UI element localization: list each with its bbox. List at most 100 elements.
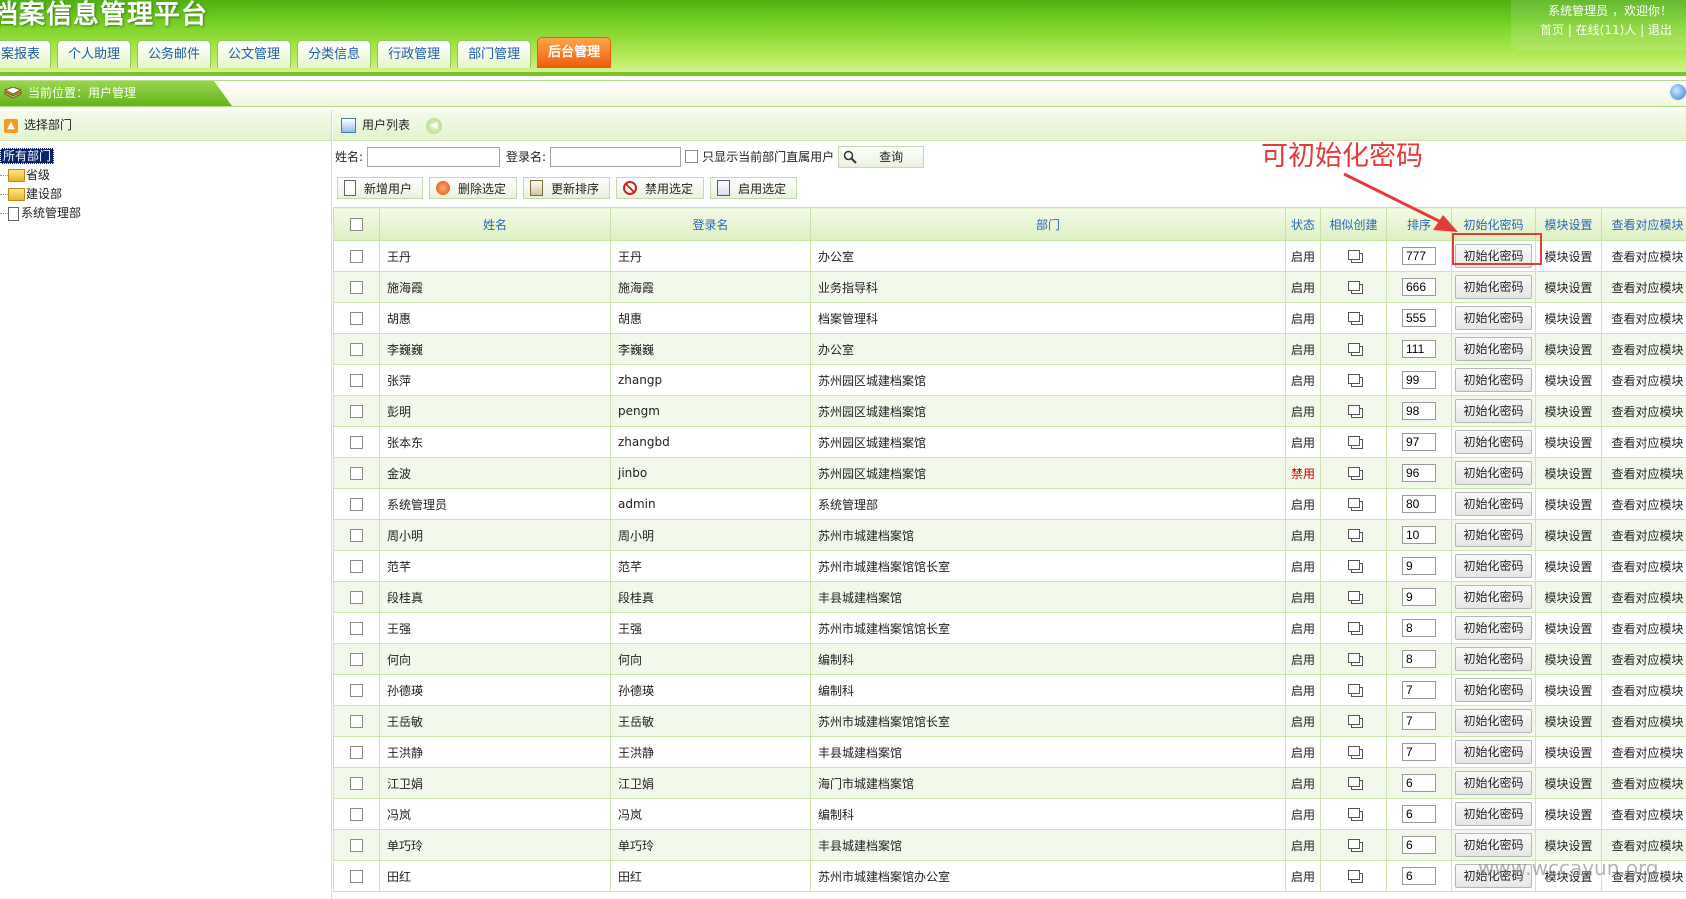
order-input[interactable] <box>1402 743 1436 761</box>
order-input[interactable] <box>1402 650 1436 668</box>
module-settings-link[interactable]: 模块设置 <box>1544 529 1592 543</box>
view-modules-link[interactable]: 查看对应模块 <box>1611 746 1683 760</box>
row-checkbox[interactable] <box>350 870 363 883</box>
copy-icon[interactable] <box>1347 436 1360 446</box>
update-sort-button[interactable]: 更新排序 <box>523 177 611 199</box>
view-modules-link[interactable]: 查看对应模块 <box>1611 684 1683 698</box>
tab-admin-management[interactable]: 行政管理 <box>377 40 452 68</box>
order-input[interactable] <box>1402 867 1436 885</box>
row-checkbox[interactable] <box>350 622 363 635</box>
copy-icon[interactable] <box>1347 343 1360 353</box>
copy-icon[interactable] <box>1347 529 1360 539</box>
row-checkbox[interactable] <box>350 746 363 759</box>
name-search-input[interactable] <box>367 146 501 167</box>
copy-icon[interactable] <box>1347 808 1360 818</box>
logout-link[interactable]: 退出 <box>1648 23 1672 37</box>
module-settings-link[interactable]: 模块设置 <box>1544 405 1592 419</box>
module-settings-link[interactable]: 模块设置 <box>1544 746 1592 760</box>
module-settings-link[interactable]: 模块设置 <box>1544 839 1592 853</box>
tab-department-management[interactable]: 部门管理 <box>457 40 532 68</box>
row-checkbox[interactable] <box>350 839 363 852</box>
view-modules-link[interactable]: 查看对应模块 <box>1611 808 1683 822</box>
order-input[interactable] <box>1402 526 1436 544</box>
copy-icon[interactable] <box>1347 684 1360 694</box>
view-modules-link[interactable]: 查看对应模块 <box>1611 622 1683 636</box>
row-checkbox[interactable] <box>350 250 363 263</box>
order-input[interactable] <box>1402 340 1436 358</box>
row-checkbox[interactable] <box>350 560 363 573</box>
row-checkbox[interactable] <box>350 312 363 325</box>
row-checkbox[interactable] <box>350 715 363 728</box>
view-modules-link[interactable]: 查看对应模块 <box>1611 715 1683 729</box>
add-user-button[interactable]: 新增用户 <box>337 177 424 199</box>
tab-classified-info[interactable]: 分类信息 <box>297 40 372 68</box>
module-settings-link[interactable]: 模块设置 <box>1544 808 1592 822</box>
order-input[interactable] <box>1402 681 1436 699</box>
tree-node-system-admin-dept[interactable]: 系统管理部 <box>0 204 331 223</box>
copy-icon[interactable] <box>1347 312 1360 322</box>
column-header-name[interactable]: 姓名 <box>379 207 611 241</box>
module-settings-link[interactable]: 模块设置 <box>1544 715 1592 729</box>
init-password-button[interactable]: 初始化密码 <box>1455 554 1532 578</box>
view-modules-link[interactable]: 查看对应模块 <box>1611 250 1683 264</box>
globe-icon[interactable] <box>1670 84 1686 100</box>
back-arrow-icon[interactable]: ◀ <box>426 117 443 134</box>
view-modules-link[interactable]: 查看对应模块 <box>1611 560 1683 574</box>
select-all-checkbox[interactable] <box>350 218 363 231</box>
row-checkbox[interactable] <box>350 653 363 666</box>
tree-node-construction-dept[interactable]: 建设部 <box>0 185 331 204</box>
module-settings-link[interactable]: 模块设置 <box>1544 281 1592 295</box>
copy-icon[interactable] <box>1347 405 1360 415</box>
init-password-button[interactable]: 初始化密码 <box>1455 492 1532 516</box>
module-settings-link[interactable]: 模块设置 <box>1544 777 1592 791</box>
init-password-button[interactable]: 初始化密码 <box>1455 740 1532 764</box>
order-input[interactable] <box>1402 836 1436 854</box>
copy-icon[interactable] <box>1347 560 1360 570</box>
order-input[interactable] <box>1402 371 1436 389</box>
init-password-button[interactable]: 初始化密码 <box>1455 275 1532 299</box>
module-settings-link[interactable]: 模块设置 <box>1544 498 1592 512</box>
view-modules-link[interactable]: 查看对应模块 <box>1611 498 1683 512</box>
copy-icon[interactable] <box>1347 591 1360 601</box>
delete-selected-button[interactable]: 删除选定 <box>429 177 518 199</box>
order-input[interactable] <box>1402 247 1436 265</box>
view-modules-link[interactable]: 查看对应模块 <box>1611 839 1683 853</box>
init-password-button[interactable]: 初始化密码 <box>1455 430 1532 454</box>
init-password-button[interactable]: 初始化密码 <box>1455 337 1532 361</box>
order-input[interactable] <box>1402 495 1436 513</box>
order-input[interactable] <box>1402 712 1436 730</box>
row-checkbox[interactable] <box>350 467 363 480</box>
init-password-button[interactable]: 初始化密码 <box>1455 523 1532 547</box>
tree-node-provincial[interactable]: 省级 <box>0 166 331 185</box>
init-password-button[interactable]: 初始化密码 <box>1455 368 1532 392</box>
init-password-button[interactable]: 初始化密码 <box>1455 709 1532 733</box>
row-checkbox[interactable] <box>350 436 363 449</box>
tab-archive-report[interactable]: 档案报表 <box>0 40 52 68</box>
order-input[interactable] <box>1402 464 1436 482</box>
row-checkbox[interactable] <box>350 374 363 387</box>
copy-icon[interactable] <box>1347 870 1360 880</box>
module-settings-link[interactable]: 模块设置 <box>1544 467 1592 481</box>
order-input[interactable] <box>1402 309 1436 327</box>
view-modules-link[interactable]: 查看对应模块 <box>1611 653 1683 667</box>
init-password-button[interactable]: 初始化密码 <box>1455 306 1532 330</box>
module-settings-link[interactable]: 模块设置 <box>1544 374 1592 388</box>
copy-icon[interactable] <box>1347 653 1360 663</box>
row-checkbox[interactable] <box>350 281 363 294</box>
view-modules-link[interactable]: 查看对应模块 <box>1611 405 1683 419</box>
module-settings-link[interactable]: 模块设置 <box>1544 250 1592 264</box>
row-checkbox[interactable] <box>350 808 363 821</box>
order-input[interactable] <box>1402 402 1436 420</box>
module-settings-link[interactable]: 模块设置 <box>1544 622 1592 636</box>
module-settings-link[interactable]: 模块设置 <box>1544 684 1592 698</box>
view-modules-link[interactable]: 查看对应模块 <box>1611 312 1683 326</box>
disable-selected-button[interactable]: 禁用选定 <box>616 177 705 199</box>
copy-icon[interactable] <box>1347 498 1360 508</box>
init-password-button[interactable]: 初始化密码 <box>1455 833 1532 857</box>
view-modules-link[interactable]: 查看对应模块 <box>1611 374 1683 388</box>
order-input[interactable] <box>1402 278 1436 296</box>
tab-backend-management[interactable]: 后台管理 <box>537 37 612 68</box>
copy-icon[interactable] <box>1347 467 1360 477</box>
online-users-link[interactable]: 在线(11)人 <box>1576 23 1637 37</box>
column-header-department[interactable]: 部门 <box>810 207 1286 241</box>
